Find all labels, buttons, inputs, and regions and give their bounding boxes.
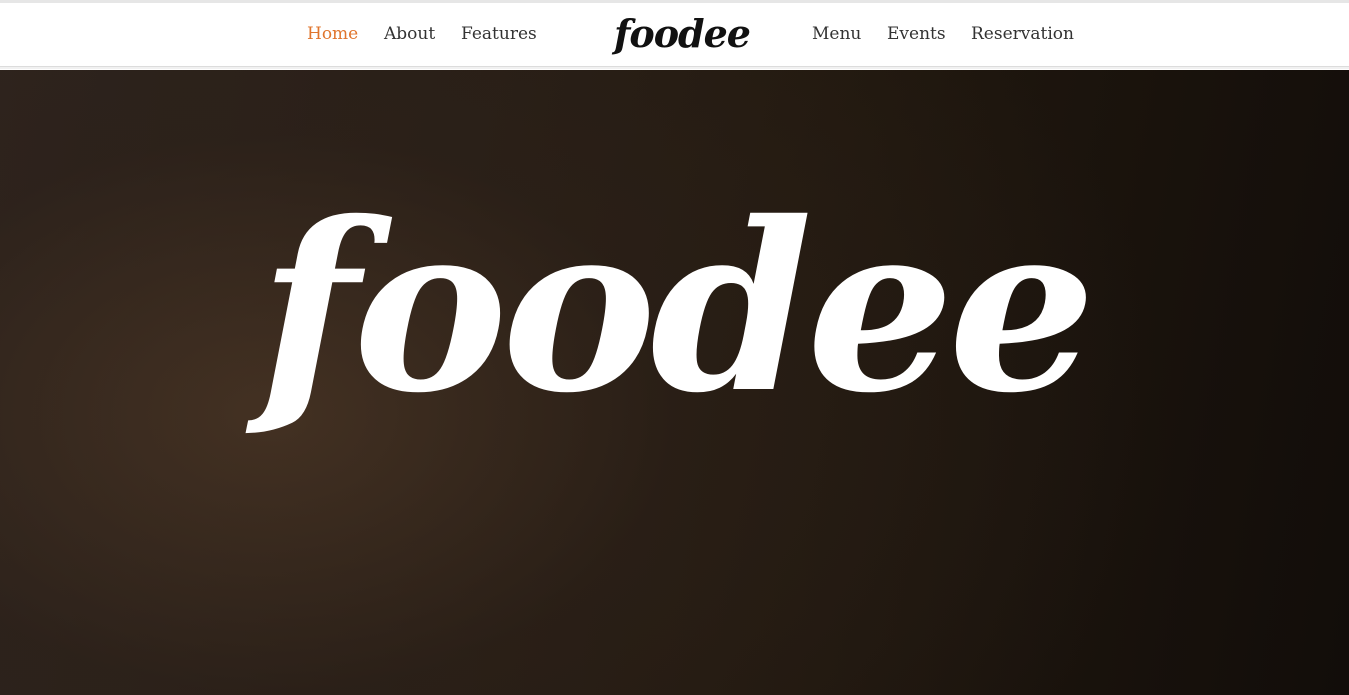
hero-banner: foodee bbox=[0, 70, 1349, 695]
hero-title: foodee bbox=[259, 171, 1096, 444]
nav-item-features[interactable]: Features bbox=[461, 23, 537, 45]
nav-item-reservation[interactable]: Reservation bbox=[971, 23, 1074, 45]
brand-logo[interactable]: foodee bbox=[614, 7, 751, 61]
nav-item-home[interactable]: Home bbox=[307, 23, 358, 45]
top-navigation: Home About Features foodee Menu Events R… bbox=[0, 3, 1349, 67]
nav-item-menu[interactable]: Menu bbox=[812, 23, 861, 45]
nav-item-about[interactable]: About bbox=[384, 23, 435, 45]
nav-item-events[interactable]: Events bbox=[887, 23, 946, 45]
